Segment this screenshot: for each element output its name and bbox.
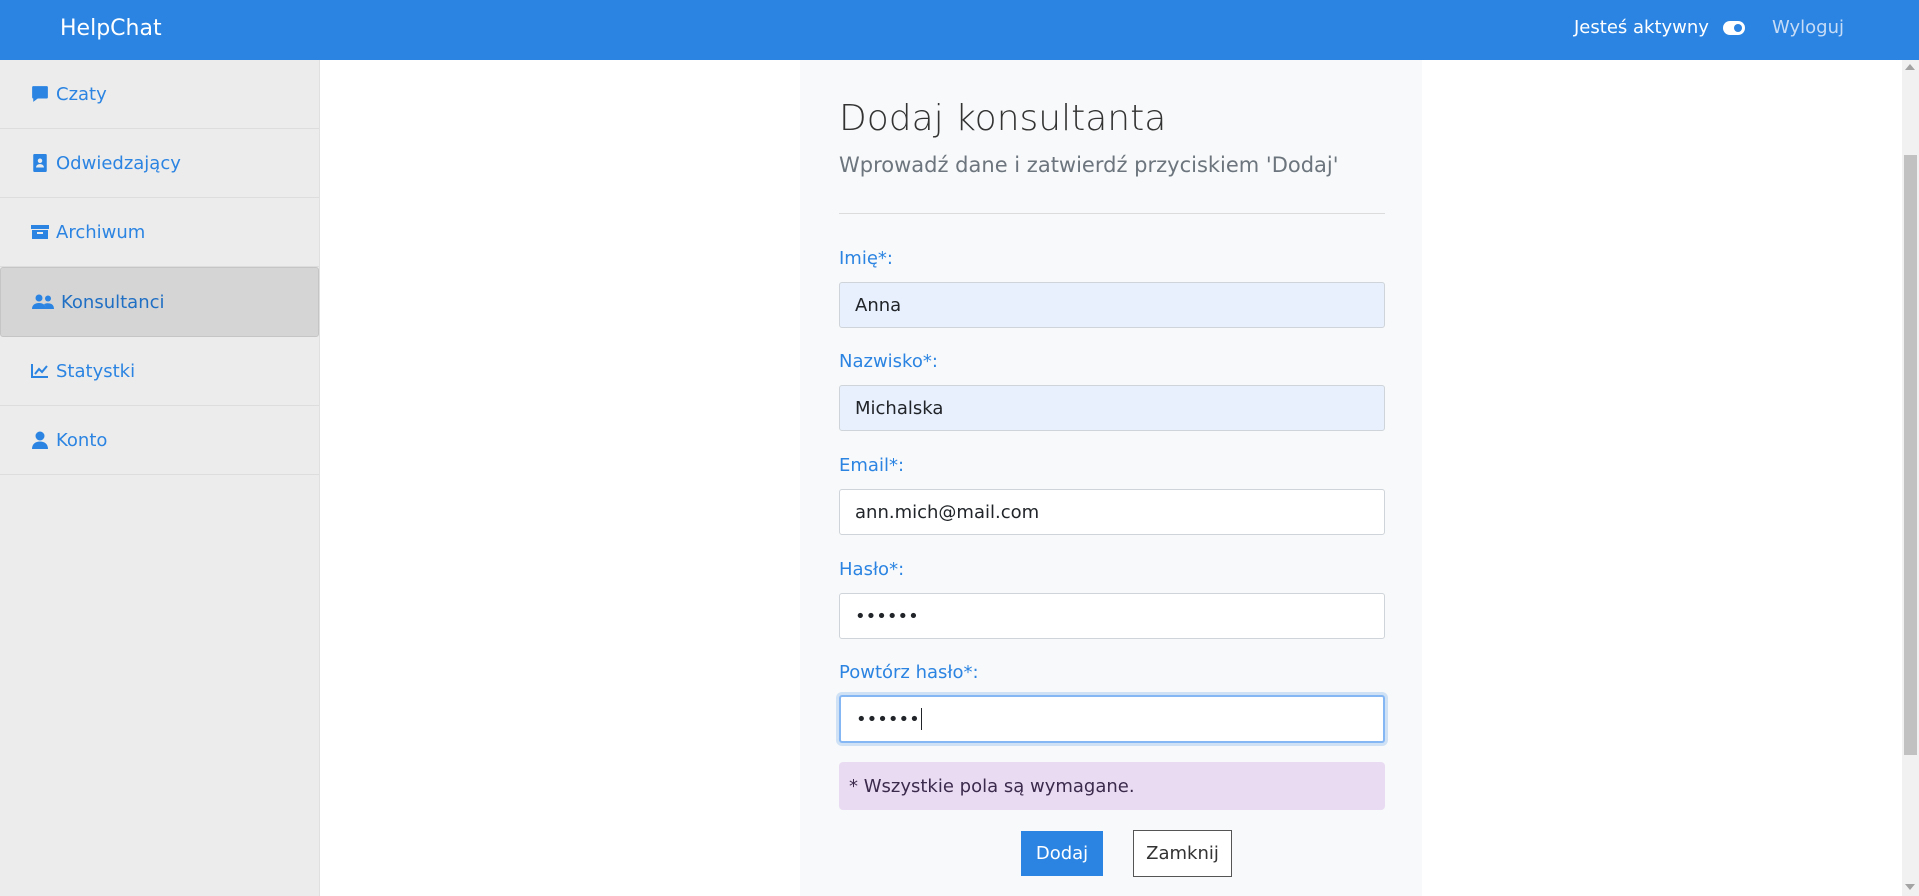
close-button[interactable]: Zamknij <box>1133 830 1232 877</box>
toggle-knob <box>1733 23 1742 32</box>
first-name-value: Anna <box>855 294 902 316</box>
first-name-field[interactable]: Anna <box>839 282 1385 328</box>
chart-line-icon <box>30 361 50 381</box>
repeat-password-value: •••••• <box>856 708 920 730</box>
email-field[interactable]: ann.mich@mail.com <box>839 489 1385 535</box>
last-name-value: Michalska <box>855 397 944 419</box>
top-navbar: HelpChat Jesteś aktywny Wyloguj <box>0 0 1919 60</box>
page-title: Dodaj konsultanta <box>839 98 1167 139</box>
password-field[interactable]: •••••• <box>839 593 1385 639</box>
sidebar-item-archiwum[interactable]: Archiwum <box>0 198 319 267</box>
sidebar-item-label: Archiwum <box>56 221 146 243</box>
add-button[interactable]: Dodaj <box>1021 831 1103 876</box>
password-value: •••••• <box>855 605 919 627</box>
sidebar-item-statystki[interactable]: Statystki <box>0 337 319 406</box>
last-name-field[interactable]: Michalska <box>839 385 1385 431</box>
sidebar-item-label: Czaty <box>56 83 107 105</box>
active-toggle-switch[interactable] <box>1722 20 1745 35</box>
repeat-password-field[interactable]: •••••• <box>839 695 1385 743</box>
archive-icon <box>30 222 50 242</box>
sidebar: Czaty Odwiedzający Archiwum Konsultanci … <box>0 60 320 896</box>
address-book-icon <box>30 153 50 173</box>
last-name-label: Nazwisko*: <box>839 351 938 372</box>
sidebar-item-odwiedzajacy[interactable]: Odwiedzający <box>0 129 319 198</box>
sidebar-item-label: Statystki <box>56 360 136 382</box>
first-name-label: Imię*: <box>839 248 893 269</box>
brand-logo[interactable]: HelpChat <box>60 16 162 41</box>
page-subtitle: Wprowadź dane i zatwierdź przyciskiem 'D… <box>839 153 1339 177</box>
sidebar-item-label: Konsultanci <box>61 291 165 313</box>
comment-icon <box>30 84 50 104</box>
email-label: Email*: <box>839 455 905 476</box>
sidebar-item-konsultanci[interactable]: Konsultanci <box>0 267 319 337</box>
sidebar-item-konto[interactable]: Konto <box>0 406 319 475</box>
sidebar-item-label: Konto <box>56 429 108 451</box>
repeat-password-label: Powtórz hasło*: <box>839 662 979 683</box>
sidebar-item-label: Odwiedzający <box>56 152 181 174</box>
logout-link[interactable]: Wyloguj <box>1772 17 1844 38</box>
divider <box>839 213 1385 214</box>
scroll-up-arrow-icon[interactable] <box>1905 64 1915 70</box>
active-status: Jesteś aktywny <box>1574 17 1745 38</box>
scrollbar-thumb[interactable] <box>1904 155 1917 755</box>
text-caret <box>920 708 922 730</box>
sidebar-item-czaty[interactable]: Czaty <box>0 60 319 129</box>
users-icon <box>31 292 55 312</box>
scroll-down-arrow-icon[interactable] <box>1905 884 1915 890</box>
required-fields-note: * Wszystkie pola są wymagane. <box>839 762 1385 810</box>
email-value: ann.mich@mail.com <box>855 501 1040 523</box>
password-label: Hasło*: <box>839 559 905 580</box>
user-icon <box>30 430 50 450</box>
active-status-label: Jesteś aktywny <box>1574 17 1709 38</box>
add-consultant-form: Dodaj konsultanta Wprowadź dane i zatwie… <box>800 60 1422 896</box>
